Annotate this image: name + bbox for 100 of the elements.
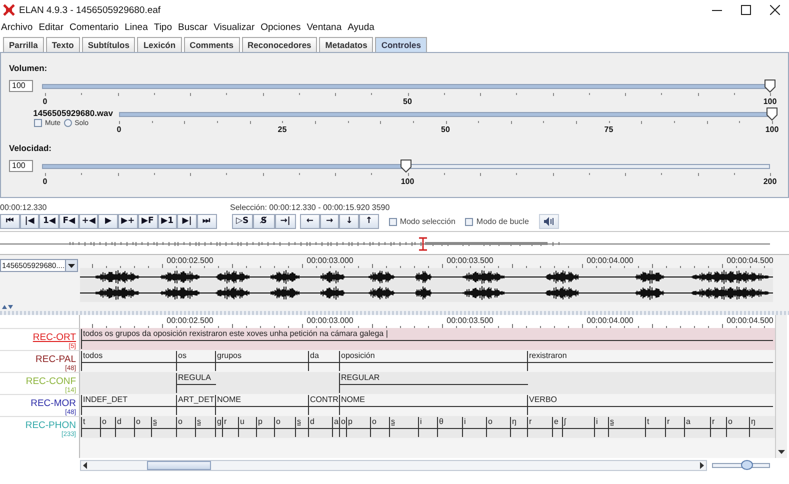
menu-item[interactable]: Comentario — [70, 21, 119, 34]
annotation[interactable]: o — [274, 417, 296, 437]
horizontal-scrollbar[interactable] — [80, 460, 707, 470]
annotation[interactable]: d — [308, 417, 333, 437]
menu-item[interactable]: Opciones — [260, 21, 301, 34]
close-icon[interactable] — [770, 5, 780, 15]
selection-button[interactable]: ▷S — [232, 214, 254, 229]
player-button[interactable]: ▶1 — [158, 214, 178, 229]
annotation[interactable]: rexistraron — [527, 351, 773, 371]
scroll-right-icon[interactable] — [700, 462, 704, 468]
annotation[interactable]: t — [81, 417, 101, 437]
annotation[interactable]: r — [710, 417, 727, 437]
player-button[interactable]: ⏮ — [0, 214, 20, 229]
annotation[interactable]: o — [134, 417, 152, 437]
zoom-slider-thumb[interactable] — [740, 460, 753, 470]
tab[interactable]: Comments — [184, 37, 240, 52]
annotation[interactable]: o — [486, 417, 511, 437]
loop-mode-checkbox[interactable] — [465, 218, 474, 226]
tab[interactable]: Lexicón — [137, 37, 182, 52]
scrollbar-thumb[interactable] — [147, 460, 211, 470]
player-button[interactable]: ▶F — [138, 214, 158, 229]
annotation[interactable]: NOME — [339, 395, 528, 415]
tier-name[interactable]: REC-MOR — [30, 399, 76, 409]
menu-item[interactable]: Linea — [124, 21, 148, 34]
selection-button[interactable]: S̸ — [253, 214, 275, 229]
annotation[interactable]: o — [176, 417, 196, 437]
annotation[interactable]: todos os grupos da oposición rexistraron este xoves unha petición na cámara galega | — [81, 329, 773, 349]
menu-item[interactable]: Buscar — [178, 21, 208, 34]
tab[interactable]: Texto — [46, 37, 80, 52]
maximize-icon[interactable] — [740, 5, 750, 15]
vertical-scrollbar[interactable] — [775, 315, 787, 458]
annotation[interactable]: d — [115, 417, 135, 437]
navigation-button[interactable]: ↑ — [359, 214, 379, 229]
annotation[interactable]: REGULAR — [339, 373, 528, 393]
menu-item[interactable]: Archivo — [1, 21, 33, 34]
menu-item[interactable]: Visualizar — [214, 21, 255, 34]
tier-name[interactable]: REC-ORT — [32, 333, 76, 343]
annotation[interactable]: NOME — [215, 395, 309, 415]
annotation[interactable]: i — [418, 417, 438, 437]
annotation[interactable]: ŋ — [510, 417, 528, 437]
tab[interactable]: Metadatos — [319, 37, 374, 52]
annotation[interactable]: s̺ — [295, 417, 309, 437]
annotation[interactable]: todos — [81, 351, 177, 371]
tier-name[interactable]: REC-PAL — [36, 355, 76, 365]
scroll-down-icon[interactable] — [778, 450, 785, 454]
annotation[interactable]: oposición — [339, 351, 528, 371]
slider-thumb[interactable] — [764, 79, 776, 93]
annotation[interactable]: VERBO — [527, 395, 773, 415]
annotation[interactable]: r — [527, 417, 553, 437]
mute-checkbox[interactable] — [34, 119, 42, 127]
resize-arrows-icon[interactable] — [2, 305, 13, 309]
tab[interactable]: Parrilla — [3, 37, 44, 52]
annotation[interactable]: o — [100, 417, 116, 437]
menu-item[interactable]: Ventana — [306, 21, 342, 34]
selection-mode-checkbox[interactable] — [388, 218, 397, 226]
annotation[interactable]: grupos — [215, 351, 309, 371]
scroll-left-icon[interactable] — [83, 462, 87, 468]
annotation[interactable]: o — [726, 417, 750, 437]
annotation[interactable]: s̺ — [151, 417, 177, 437]
volume-field[interactable]: 100 — [9, 80, 33, 92]
menu-item[interactable]: Ayuda — [348, 21, 374, 34]
annotation[interactable]: r — [665, 417, 685, 437]
menu-item[interactable]: Editar — [38, 21, 64, 34]
slider-thumb[interactable] — [400, 159, 412, 173]
annotation[interactable]: i — [462, 417, 487, 437]
annotation[interactable]: CONTR — [308, 395, 340, 415]
selection-button[interactable]: →| — [274, 214, 296, 229]
slider-thumb[interactable] — [766, 107, 778, 121]
annotation[interactable]: os — [176, 351, 216, 371]
annotation[interactable]: i — [594, 417, 609, 437]
tab[interactable]: Reconocedores — [242, 37, 318, 52]
annotation[interactable]: da — [308, 351, 340, 371]
speed-field[interactable]: 100 — [9, 160, 33, 172]
player-button[interactable]: ▶| — [177, 214, 197, 229]
menu-item[interactable]: Tipo — [154, 21, 172, 34]
navigation-button[interactable]: → — [320, 214, 340, 229]
player-button[interactable]: 1◀ — [39, 214, 60, 229]
player-button[interactable]: +◀ — [78, 214, 98, 229]
annotation[interactable]: INDEF_DET — [81, 395, 177, 415]
annotation[interactable]: s̺ — [195, 417, 216, 437]
annotation[interactable]: u — [238, 417, 257, 437]
annotation[interactable]: ART_DET — [176, 395, 216, 415]
annotation[interactable]: a — [684, 417, 711, 437]
annotation[interactable]: e — [552, 417, 563, 437]
annotation[interactable]: s̺ — [389, 417, 419, 437]
player-button[interactable]: F◀ — [59, 214, 79, 229]
volume-button[interactable] — [538, 214, 559, 229]
annotation[interactable]: REGULA — [176, 373, 216, 393]
player-button[interactable]: ⏭ — [196, 214, 217, 229]
annotation[interactable]: ŋ — [749, 417, 773, 437]
annotation[interactable]: t — [645, 417, 666, 437]
navigation-button[interactable]: ↓ — [339, 214, 360, 229]
navigation-button[interactable]: ← — [300, 214, 320, 229]
solo-radio[interactable] — [64, 119, 72, 127]
player-button[interactable]: ▶ — [98, 214, 118, 229]
annotation[interactable]: p — [346, 417, 371, 437]
tab[interactable]: Subtítulos — [82, 37, 136, 52]
annotation[interactable]: θ — [437, 417, 463, 437]
annotation[interactable]: o — [370, 417, 390, 437]
player-button[interactable]: ▶+ — [118, 214, 138, 229]
